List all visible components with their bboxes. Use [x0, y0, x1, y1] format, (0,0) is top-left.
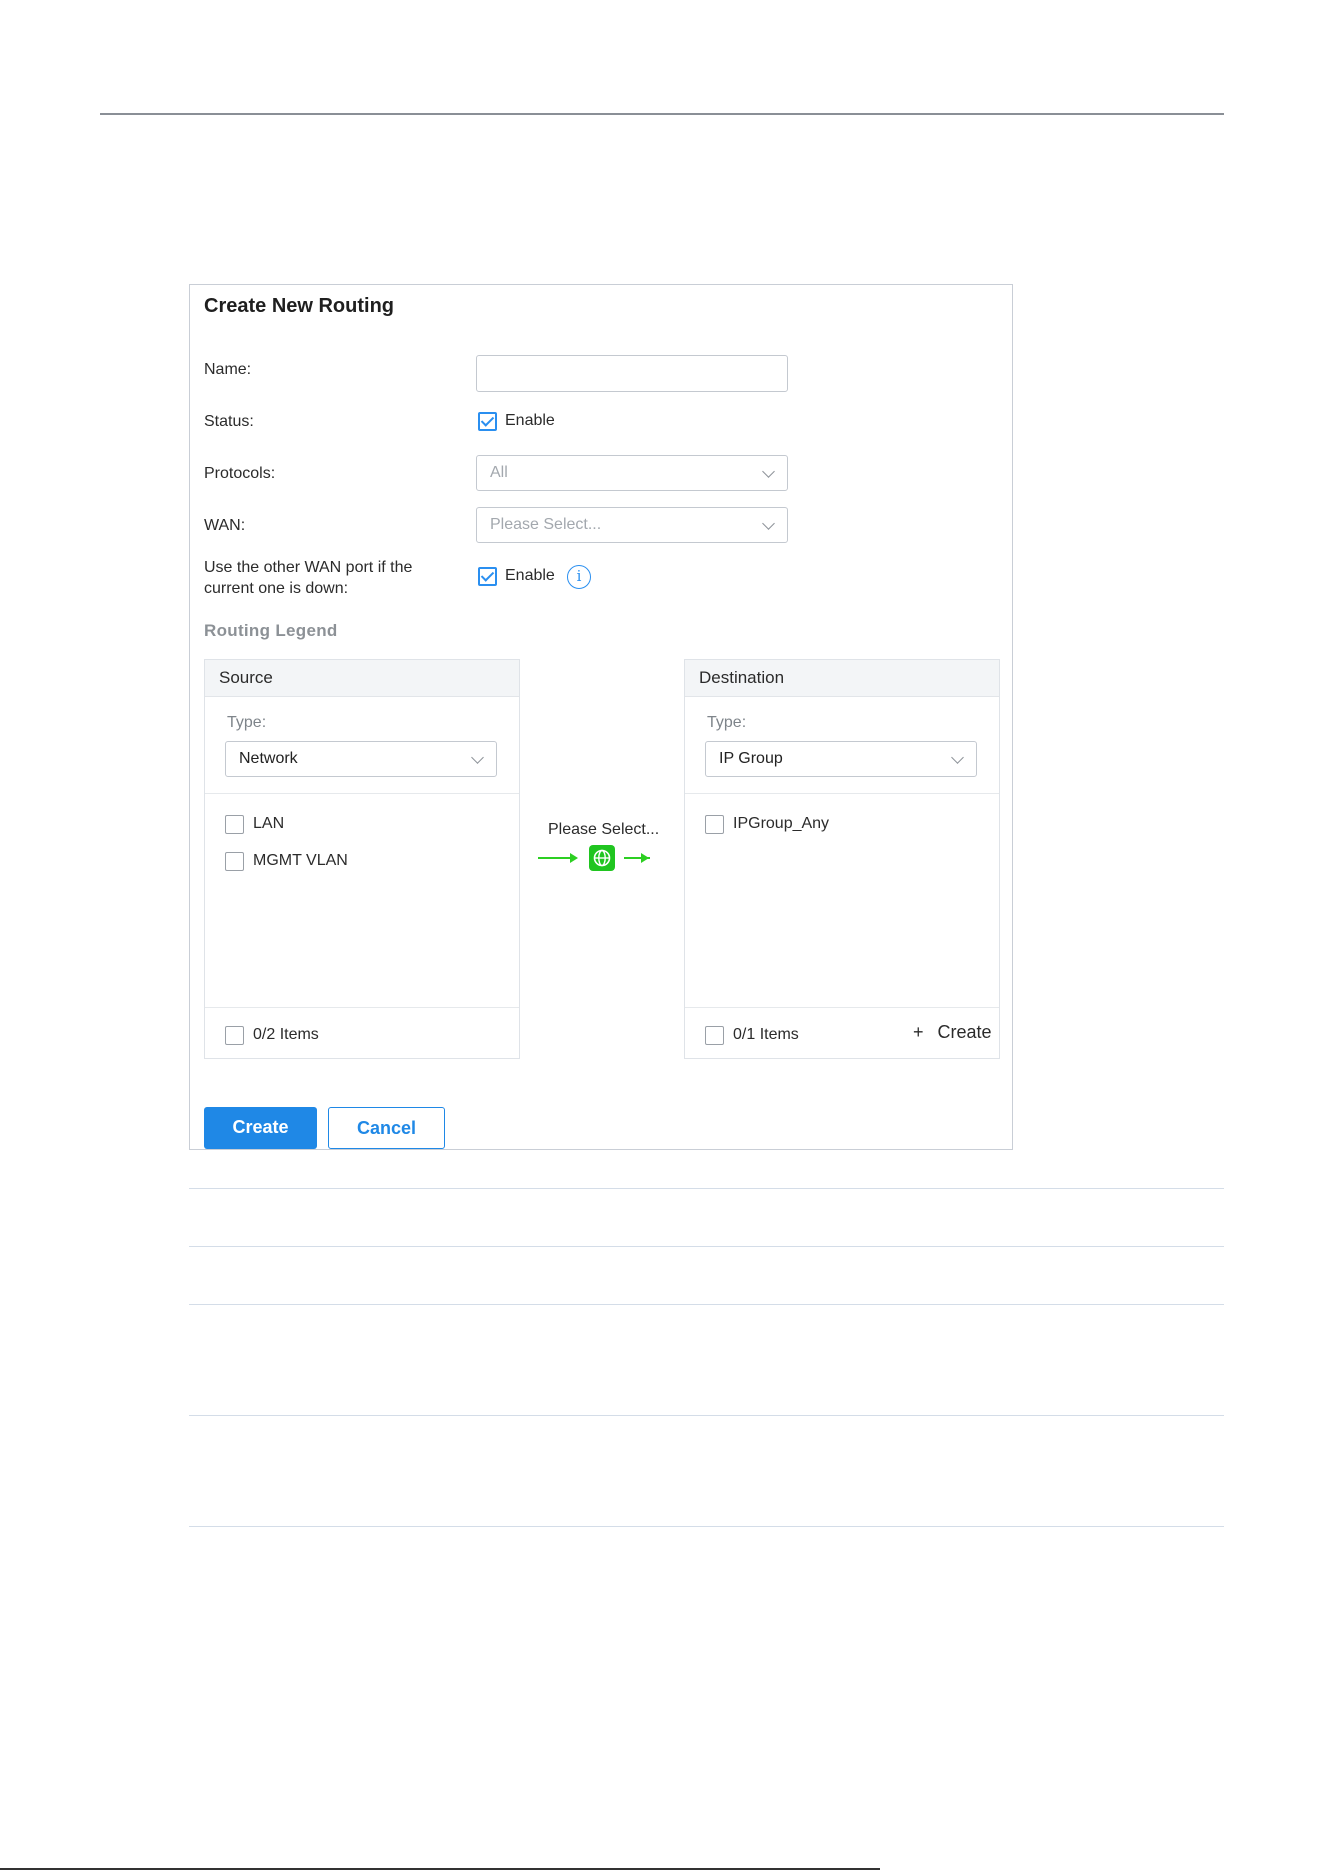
section-rule — [189, 1188, 1224, 1189]
divider — [205, 1007, 519, 1008]
source-item-lan-checkbox[interactable] — [225, 815, 244, 834]
destination-item-ipgroup-any-checkbox[interactable] — [705, 815, 724, 834]
source-item-mgmt-vlan-checkbox[interactable] — [225, 852, 244, 871]
section-rule — [189, 1304, 1224, 1305]
chevron-down-icon — [951, 751, 964, 764]
source-panel: Source Type: Network LAN MGMT VLAN 0/2 I… — [204, 659, 520, 1059]
wan-placeholder: Please Select... — [490, 516, 602, 533]
info-icon[interactable]: i — [567, 565, 591, 589]
failover-enable-label: Enable — [505, 567, 555, 584]
source-type-select[interactable]: Network — [225, 741, 497, 777]
failover-enable-checkbox[interactable] — [478, 567, 497, 586]
destination-items-count: 0/1 Items — [733, 1026, 799, 1043]
status-enable-label: Enable — [505, 412, 555, 429]
wan-label: WAN: — [204, 517, 246, 534]
destination-select-all-checkbox[interactable] — [705, 1026, 724, 1045]
cancel-button[interactable]: Cancel — [328, 1107, 445, 1149]
wan-select[interactable]: Please Select... — [476, 507, 788, 543]
destination-panel: Destination Type: IP Group IPGroup_Any 0… — [684, 659, 1000, 1059]
source-item-mgmt-vlan-label: MGMT VLAN — [253, 852, 348, 869]
create-entry-button[interactable]: + Create — [913, 1022, 992, 1043]
plus-icon: + — [913, 1022, 924, 1042]
page-header-rule — [100, 113, 1224, 115]
destination-item-ipgroup-any-label: IPGroup_Any — [733, 815, 830, 832]
routing-legend-heading: Routing Legend — [204, 621, 338, 640]
protocols-label: Protocols: — [204, 465, 276, 482]
globe-icon — [589, 845, 615, 871]
section-rule — [189, 1526, 1224, 1527]
destination-type-label: Type: — [707, 714, 747, 731]
source-type-label: Type: — [227, 714, 267, 731]
status-label: Status: — [204, 413, 254, 430]
name-label: Name: — [204, 361, 252, 378]
protocols-select[interactable]: All — [476, 455, 788, 491]
name-input[interactable] — [476, 355, 788, 392]
source-items-count: 0/2 Items — [253, 1026, 319, 1043]
create-button[interactable]: Create — [204, 1107, 317, 1149]
source-panel-header: Source — [205, 660, 519, 697]
destination-type-value: IP Group — [719, 750, 783, 767]
source-select-all-checkbox[interactable] — [225, 1026, 244, 1045]
create-entry-label: Create — [937, 1022, 992, 1042]
route-status-label: Please Select... — [548, 821, 660, 838]
section-rule — [189, 1246, 1224, 1247]
divider — [205, 793, 519, 794]
source-type-value: Network — [239, 750, 298, 767]
page-footer-rule — [0, 1868, 880, 1870]
chevron-down-icon — [471, 751, 484, 764]
destination-type-select[interactable]: IP Group — [705, 741, 977, 777]
source-item-lan-label: LAN — [253, 815, 285, 832]
failover-label-line2: current one is down: — [204, 580, 349, 597]
status-enable-checkbox[interactable] — [478, 412, 497, 431]
route-arrow-left — [538, 857, 570, 859]
chevron-down-icon — [762, 517, 775, 530]
create-routing-dialog: Create New Routing Name: Status: Enable … — [189, 284, 1013, 1150]
protocols-value: All — [490, 464, 508, 481]
failover-label-line1: Use the other WAN port if the — [204, 559, 413, 576]
section-rule — [189, 1415, 1224, 1416]
source-header-label: Source — [219, 668, 273, 687]
destination-panel-header: Destination — [685, 660, 999, 697]
divider — [685, 1007, 999, 1008]
route-arrowhead-right — [641, 853, 649, 863]
dialog-title: Create New Routing — [204, 295, 395, 317]
divider — [685, 793, 999, 794]
destination-header-label: Destination — [699, 668, 785, 687]
chevron-down-icon — [762, 465, 775, 478]
route-arrowhead-left — [570, 853, 578, 863]
